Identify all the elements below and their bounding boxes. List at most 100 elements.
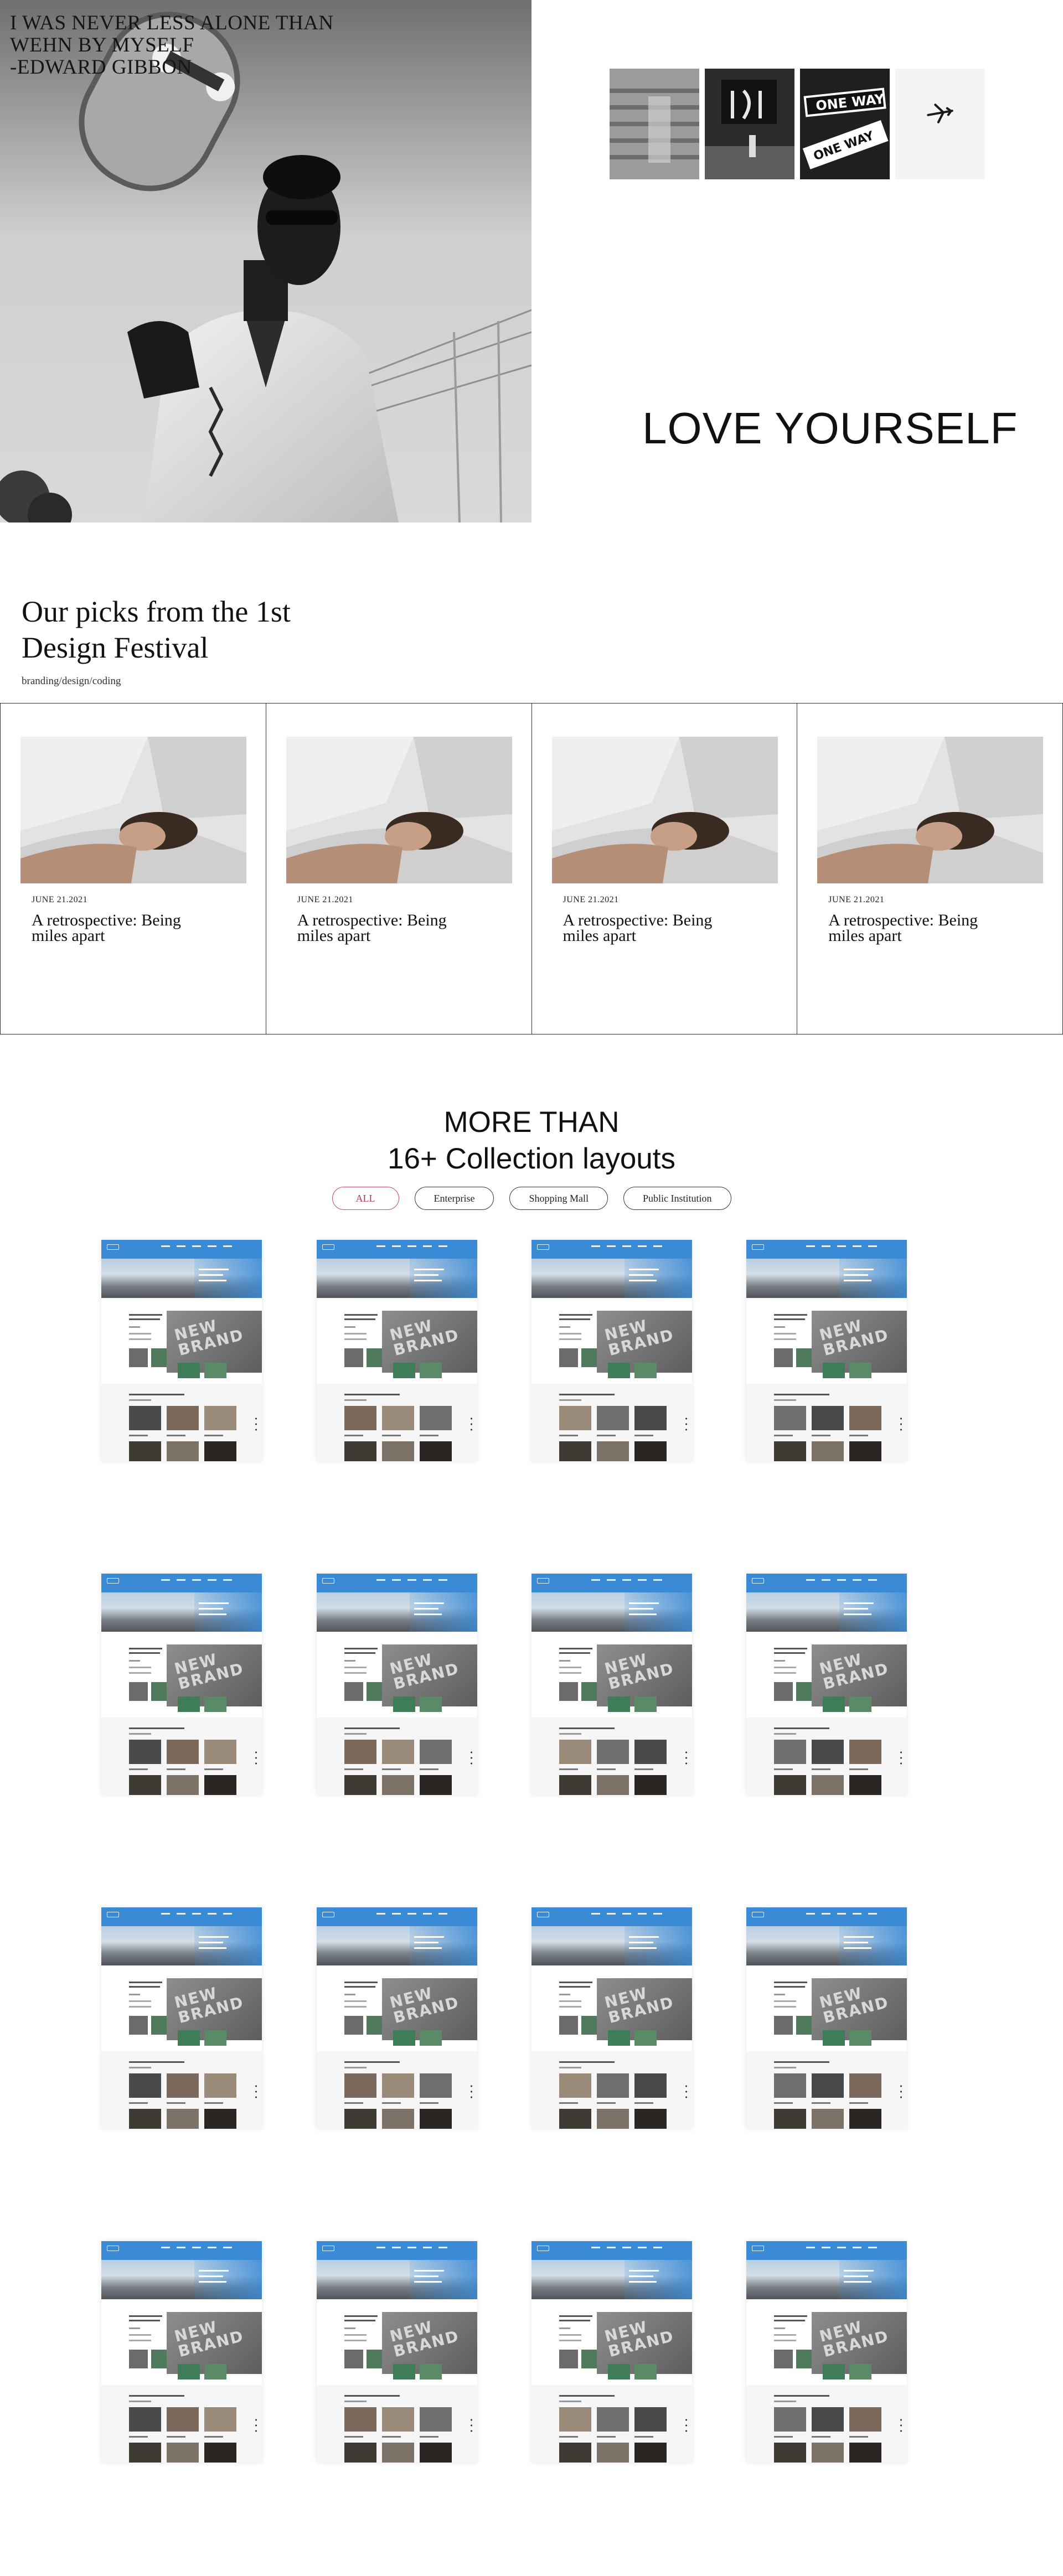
layout-preview-nav-item — [653, 1579, 662, 1581]
layout-preview-hero-text — [414, 1936, 444, 1938]
layout-preview-tile — [559, 2016, 578, 2035]
layout-preview-hero-text — [629, 1942, 653, 1943]
layout-preview-nav-item — [622, 1579, 631, 1581]
layout-preview-thumb — [344, 2073, 376, 2098]
thumbnail-neon-sign[interactable] — [705, 69, 794, 179]
layout-preview-text-line — [774, 1986, 805, 1988]
layout-preview-thumb — [774, 2109, 806, 2129]
pick-card[interactable]: JUNE 21.2021 A retrospective: Being mile… — [531, 704, 797, 1034]
layout-preview-nav-item — [868, 2247, 877, 2248]
pick-card-title[interactable]: A retrospective: Being miles apart — [32, 912, 192, 944]
layout-preview-pagination-dots — [900, 2417, 902, 2434]
street-blur-image — [610, 69, 699, 179]
layout-preview-logo — [107, 1912, 119, 1917]
layout-preview-text-line — [344, 2334, 367, 2336]
layout-preview-pagination-dots — [471, 1416, 472, 1432]
layout-preview-card[interactable]: NEW BRAND — [101, 1574, 262, 1795]
thumbnail-airplane[interactable] — [895, 69, 985, 179]
layout-preview-text-line — [344, 1333, 367, 1334]
layout-preview-text-line — [344, 1314, 378, 1316]
pick-card[interactable]: JUNE 21.2021 A retrospective: Being mile… — [265, 704, 532, 1034]
layout-preview-text-line — [559, 2102, 578, 2104]
layout-preview-thumb — [204, 2073, 236, 2098]
layout-preview-thumb — [774, 1441, 806, 1461]
layout-preview-nav-item — [161, 1245, 170, 1247]
layout-preview-thumb — [597, 2109, 629, 2129]
layout-preview-text-line — [344, 1338, 367, 1340]
layout-preview-card[interactable]: NEW BRAND — [532, 1907, 692, 2129]
layout-preview-card[interactable]: NEW BRAND — [101, 2241, 262, 2463]
layout-preview-tile — [849, 2364, 871, 2380]
layout-preview-card[interactable]: NEW BRAND — [532, 2241, 692, 2463]
layout-preview-hero-text — [844, 1942, 868, 1943]
thumbnail-street-blur[interactable] — [610, 69, 699, 179]
layout-preview-card[interactable]: NEW BRAND — [746, 1240, 907, 1461]
layout-preview-text-line — [344, 2320, 375, 2321]
layout-preview-text-line — [774, 1338, 796, 1340]
layout-preview-nav-item — [837, 1245, 846, 1247]
layout-preview-thumb — [204, 1406, 236, 1430]
pick-card[interactable]: JUNE 21.2021 A retrospective: Being mile… — [797, 704, 1063, 1034]
filter-enterprise-button[interactable]: Enterprise — [414, 1187, 494, 1210]
layout-preview-text-line — [559, 2395, 615, 2397]
layout-preview-text-line — [382, 1768, 401, 1770]
layout-preview-thumb — [812, 2109, 844, 2129]
filter-shopping-mall-button[interactable]: Shopping Mall — [509, 1187, 608, 1210]
layout-preview-nav-item — [868, 1245, 877, 1247]
layout-preview-logo — [107, 1578, 119, 1584]
layout-preview-text-line — [344, 1768, 363, 1770]
filter-all-button[interactable]: ALL — [332, 1187, 399, 1210]
layout-preview-nav-item — [376, 1579, 385, 1581]
layout-preview-text-line — [774, 1648, 807, 1649]
layout-preview-hero-image — [532, 1259, 692, 1298]
layout-preview-card[interactable]: NEW BRAND — [317, 1907, 477, 2129]
layout-preview-thumb — [420, 1406, 452, 1430]
layout-preview-card[interactable]: NEW BRAND — [746, 1574, 907, 1795]
layout-preview-card[interactable]: NEW BRAND — [317, 2241, 477, 2463]
layout-preview-card[interactable]: NEW BRAND — [317, 1574, 477, 1795]
layout-preview-hero-image — [317, 1926, 477, 1965]
layout-preview-thumb — [167, 1441, 199, 1461]
layout-preview-tile — [774, 2350, 793, 2368]
layout-preview-text-line — [812, 1435, 830, 1436]
layout-preview-thumb — [167, 1740, 199, 1764]
layout-preview-text-line — [204, 2102, 223, 2104]
filter-public-institution-button[interactable]: Public Institution — [623, 1187, 731, 1210]
layout-preview-thumb — [420, 1775, 452, 1795]
layout-preview-thumb — [344, 2407, 376, 2432]
pick-card-title[interactable]: A retrospective: Being miles apart — [297, 912, 458, 944]
layout-preview-card[interactable]: NEW BRAND — [101, 1240, 262, 1461]
layout-preview-text-line — [129, 2067, 151, 2068]
layout-preview-hero-text — [844, 1936, 874, 1938]
neon-sign-image — [705, 69, 794, 179]
layout-preview-card[interactable]: NEW BRAND — [532, 1574, 692, 1795]
layout-preview-text-line — [204, 1435, 223, 1436]
layout-preview-thumb — [382, 1441, 414, 1461]
layout-preview-card[interactable]: NEW BRAND — [532, 1240, 692, 1461]
layout-preview-hero-text — [629, 1274, 653, 1276]
pick-card-title[interactable]: A retrospective: Being miles apart — [563, 912, 724, 944]
layout-preview-text-line — [167, 1768, 185, 1770]
layout-preview-text-line — [559, 1652, 590, 1654]
layout-preview-card[interactable]: NEW BRAND — [317, 1240, 477, 1461]
layout-preview-card[interactable]: NEW BRAND — [101, 1907, 262, 2129]
layout-preview-text-line — [774, 2102, 793, 2104]
pick-card-title[interactable]: A retrospective: Being miles apart — [828, 912, 989, 944]
layout-preview-card[interactable]: NEW BRAND — [746, 1907, 907, 2129]
thumbnail-one-way-signs[interactable]: ONE WAY ONE WAY — [800, 69, 890, 179]
layout-preview-text-line — [129, 2061, 184, 2063]
layout-preview-hero-text — [629, 1269, 659, 1270]
layout-preview-thumb — [812, 1441, 844, 1461]
layout-preview-text-line — [344, 1648, 378, 1649]
pick-card[interactable]: JUNE 21.2021 A retrospective: Being mile… — [0, 704, 266, 1034]
layout-preview-text-line — [129, 1394, 184, 1395]
layout-preview-tile — [204, 2030, 226, 2046]
layout-preview-pagination-dots — [900, 1750, 902, 1766]
layout-preview-hero-image — [746, 2260, 907, 2299]
layout-preview-card[interactable]: NEW BRAND — [746, 2241, 907, 2463]
layout-preview-text-line — [774, 1994, 785, 1995]
layout-preview-thumb — [167, 2407, 199, 2432]
layout-preview-nav-item — [177, 1245, 185, 1247]
layout-preview-thumb — [559, 1775, 591, 1795]
layout-preview-text-line — [167, 2102, 185, 2104]
